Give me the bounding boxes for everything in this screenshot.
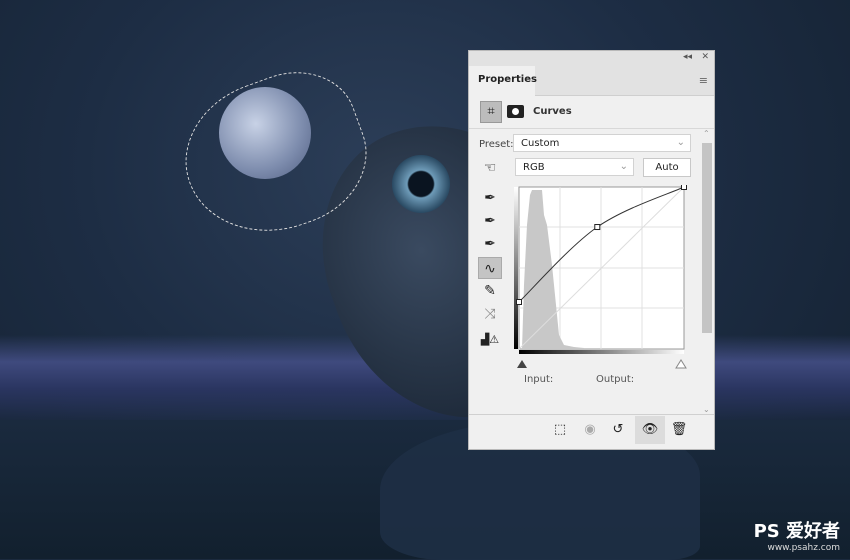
adjustment-title: Curves (533, 106, 572, 117)
output-gradient (514, 187, 518, 349)
watermark-logo: PS 爱好者 (753, 521, 840, 542)
output-label: Output: (596, 374, 635, 385)
double-chevron-icon[interactable]: ◂◂ (683, 52, 692, 62)
chevron-down-icon: ⌄ (619, 161, 628, 172)
smooth-icon[interactable]: ⤨ (478, 303, 502, 325)
black-point-slider (517, 360, 527, 368)
preset-label: Preset: (479, 139, 514, 150)
chevron-down-icon: ⌄ (676, 137, 685, 148)
curves-graph[interactable] (514, 185, 694, 375)
mask-icon[interactable] (507, 105, 524, 118)
reset-icon[interactable]: ↺ (605, 419, 631, 441)
curves-adjustment-icon[interactable]: ⌗ (480, 101, 502, 123)
scrollbar[interactable]: ⌃ ⌄ (701, 129, 713, 414)
channel-select[interactable]: RGB ⌄ (515, 158, 634, 176)
auto-button[interactable]: Auto (643, 158, 691, 177)
white-point-slider (675, 359, 687, 369)
target-adjust-icon[interactable]: ☜ (478, 157, 502, 179)
input-label: Input: (524, 374, 554, 385)
curve-control-point[interactable] (516, 298, 522, 305)
watermark-url: www.psahz.com (767, 543, 840, 553)
eyedropper-black-icon[interactable]: ✒ (478, 187, 502, 209)
properties-panel: ◂◂ ✕ Properties ≡ ⌗ Curves Preset: Custo… (468, 50, 715, 450)
scroll-up-icon: ⌃ (703, 129, 710, 138)
fish-eye (392, 155, 450, 213)
eyedropper-white-icon[interactable]: ✒ (478, 233, 502, 255)
scrollbar-thumb[interactable] (702, 143, 712, 333)
tab-properties[interactable]: Properties (469, 66, 537, 97)
channel-value: RGB (523, 162, 545, 173)
clip-to-layer-icon[interactable]: ⬚ (547, 419, 573, 441)
curve-control-point[interactable] (681, 185, 687, 190)
scroll-down-icon: ⌄ (703, 405, 710, 414)
watermark: PS 爱好者 www.psahz.com (754, 517, 840, 553)
input-gradient (519, 350, 684, 354)
curve-points-icon[interactable]: ∿ (478, 257, 502, 279)
document-canvas[interactable] (0, 0, 850, 560)
clipping-warning-icon[interactable]: ▟⚠ (478, 329, 502, 351)
eyedropper-gray-icon[interactable]: ✒ (478, 210, 502, 232)
close-icon[interactable]: ✕ (701, 52, 709, 62)
panel-titlebar[interactable]: ◂◂ ✕ (469, 51, 714, 66)
preset-select[interactable]: Custom ⌄ (513, 134, 691, 152)
preset-value: Custom (521, 138, 560, 149)
visibility-eye-icon[interactable]: 👁 (635, 416, 665, 444)
curve-control-point[interactable] (594, 224, 601, 231)
trash-icon[interactable]: 🗑 (666, 419, 692, 441)
view-previous-icon[interactable]: ◉ (577, 419, 603, 441)
panel-menu-icon[interactable]: ≡ (699, 74, 708, 87)
pencil-icon[interactable]: ✎ (478, 280, 502, 302)
